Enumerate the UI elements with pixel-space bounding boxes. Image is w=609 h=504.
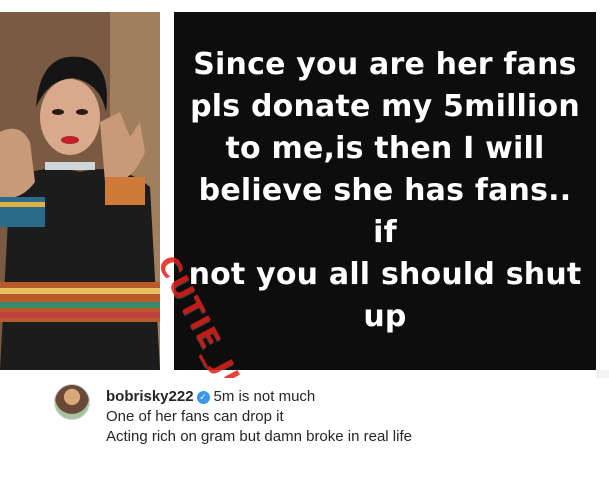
quote-panel: Since you are her fans pls donate my 5mi… bbox=[174, 12, 596, 370]
comment-row: bobrisky222 ✓ 5m is not much One of her fa… bbox=[0, 378, 609, 504]
comment-text: 5m is not much bbox=[213, 388, 316, 405]
person-photo-illustration bbox=[0, 12, 160, 370]
verified-badge-icon: ✓ bbox=[196, 391, 210, 404]
avatar[interactable] bbox=[54, 384, 90, 420]
quote-line: pls donate my 5million bbox=[190, 89, 580, 124]
screenshot-frame: Since you are her fans pls donate my 5mi… bbox=[0, 0, 609, 504]
profile-photo bbox=[0, 12, 160, 370]
quote-line: not you all should shut bbox=[188, 257, 582, 292]
comment-username[interactable]: bobrisky222 bbox=[106, 388, 194, 405]
quote-line: to me,is then I will bbox=[225, 131, 545, 166]
quote-line: up bbox=[363, 299, 407, 334]
quote-line: Since you are her fans bbox=[193, 47, 577, 82]
quote-text: Since you are her fans pls donate my 5mi… bbox=[186, 44, 584, 338]
comment-line-1: bobrisky222 ✓ 5m is not much bbox=[106, 388, 315, 405]
quote-line: believe she has fans.. if bbox=[198, 173, 572, 250]
comment-line-3: Acting rich on gram but damn broke in re… bbox=[106, 428, 412, 445]
comment-line-2: One of her fans can drop it bbox=[106, 408, 284, 425]
